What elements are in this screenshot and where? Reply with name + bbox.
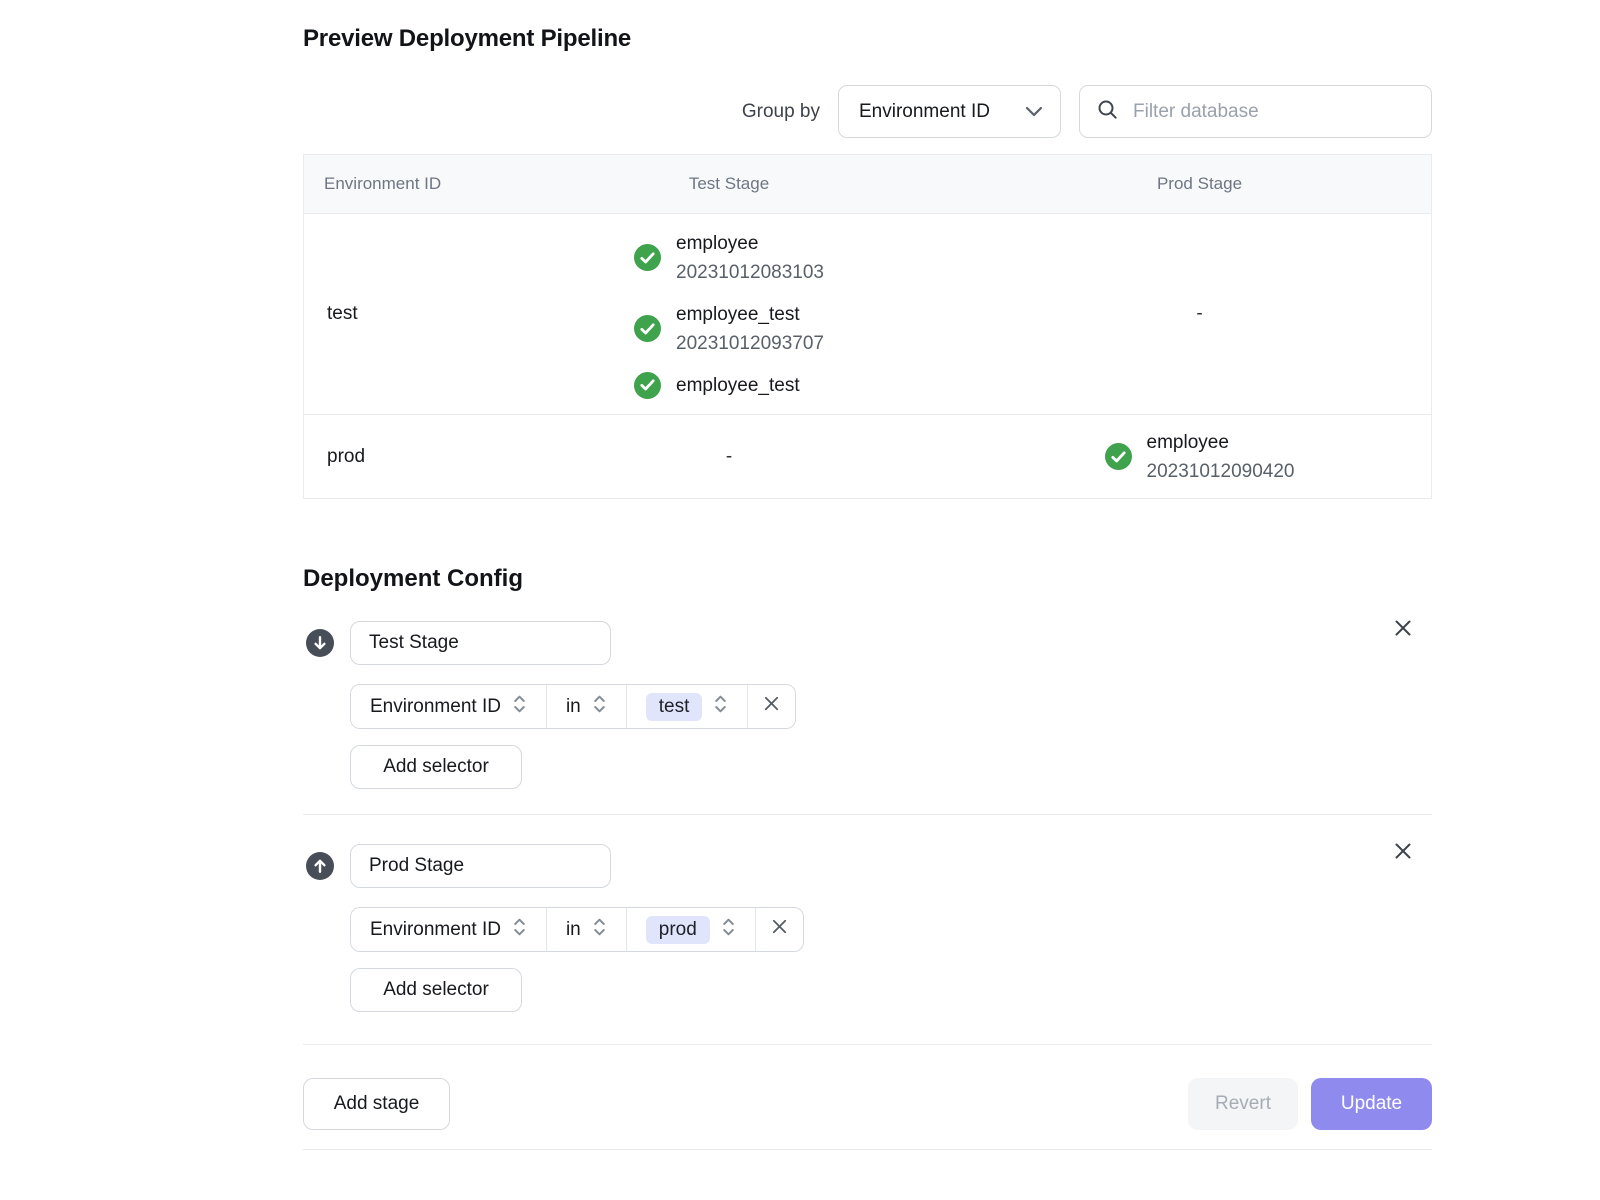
filter-database-field[interactable]: [1079, 85, 1432, 138]
stage-name-input[interactable]: [350, 621, 611, 665]
chevrons-up-down-icon: [592, 692, 607, 722]
deployment-info: employee_test 20231012093707: [676, 300, 824, 358]
filter-database-input[interactable]: [1131, 100, 1414, 124]
deployment-config-title: Deployment Config: [303, 565, 1432, 593]
column-header-prod-stage: Prod Stage: [968, 174, 1431, 194]
group-by-selected-value: Environment ID: [859, 101, 990, 123]
selector-operator-select[interactable]: in: [546, 685, 626, 728]
deployment-entry: employee_test 20231012093707: [634, 300, 824, 358]
environment-id-cell: test: [304, 303, 490, 325]
success-check-icon: [1105, 443, 1132, 470]
test-stage-cell-empty: -: [490, 446, 968, 468]
stage-header: [303, 618, 1432, 668]
success-check-icon: [634, 372, 661, 399]
remove-stage-button[interactable]: [1392, 618, 1414, 640]
selector-value-select[interactable]: prod: [626, 908, 755, 951]
deployment-version: 20231012083103: [676, 258, 824, 287]
revert-button[interactable]: Revert: [1188, 1078, 1298, 1130]
actions-bar: Add stage Revert Update: [303, 1078, 1432, 1130]
deployment-entry: employee_test: [634, 371, 824, 400]
prod-stage-cell: employee 20231012090420: [968, 428, 1431, 486]
add-selector-button[interactable]: Add selector: [350, 745, 522, 789]
search-icon: [1097, 99, 1118, 125]
selector-value-select[interactable]: test: [626, 685, 748, 728]
add-selector-button[interactable]: Add selector: [350, 968, 522, 1012]
add-stage-button[interactable]: Add stage: [303, 1078, 450, 1130]
environment-id-cell: prod: [304, 446, 490, 468]
remove-stage-button[interactable]: [1392, 841, 1414, 863]
selector-row: Environment ID in prod: [350, 907, 804, 952]
selector-key-select[interactable]: Environment ID: [351, 908, 546, 951]
deployment-version: 20231012093707: [676, 329, 824, 358]
column-header-environment-id: Environment ID: [304, 174, 490, 194]
group-by-select[interactable]: Environment ID: [838, 85, 1061, 138]
deployment-name: employee: [676, 229, 824, 258]
update-button[interactable]: Update: [1311, 1078, 1432, 1130]
stage-block-prod: Environment ID in prod: [303, 841, 1432, 1012]
arrow-up-circle-icon: [306, 852, 334, 880]
deployment-entry: employee 20231012083103: [634, 229, 824, 287]
group-by-label: Group by: [742, 101, 820, 123]
chevrons-up-down-icon: [721, 915, 736, 945]
page-title: Preview Deployment Pipeline: [303, 25, 1432, 53]
actions-divider: [303, 1044, 1432, 1045]
stage-name-input[interactable]: [350, 844, 611, 888]
stage-divider: [303, 814, 1432, 815]
selector-key-value: Environment ID: [370, 919, 501, 941]
remove-selector-button[interactable]: [747, 685, 795, 728]
table-row-prod: prod - employee 20231012090420: [304, 414, 1431, 498]
selector-row: Environment ID in test: [350, 684, 796, 729]
success-check-icon: [634, 315, 661, 342]
selector-value-badge: test: [646, 693, 703, 721]
chevron-down-icon: [1025, 101, 1043, 123]
deployment-list: employee 20231012083103 employee_test 20…: [634, 229, 824, 400]
toolbar: Group by Environment ID: [303, 85, 1432, 138]
close-icon: [763, 695, 780, 718]
pipeline-table: Environment ID Test Stage Prod Stage tes…: [303, 154, 1432, 499]
main-content: Preview Deployment Pipeline Group by Env…: [303, 0, 1432, 1150]
deployment-info: employee 20231012090420: [1147, 428, 1295, 486]
stage-block-test: Environment ID in test: [303, 618, 1432, 789]
column-header-test-stage: Test Stage: [490, 174, 968, 194]
selector-key-select[interactable]: Environment ID: [351, 685, 546, 728]
chevrons-up-down-icon: [592, 915, 607, 945]
chevrons-up-down-icon: [512, 692, 527, 722]
chevrons-up-down-icon: [713, 692, 728, 722]
prod-stage-cell-empty: -: [968, 303, 1431, 325]
arrow-down-circle-icon: [306, 629, 334, 657]
deployment-info: employee_test: [676, 371, 800, 400]
bottom-divider: [303, 1149, 1432, 1150]
chevrons-up-down-icon: [512, 915, 527, 945]
stage-header: [303, 841, 1432, 891]
test-stage-cell: employee 20231012083103 employee_test 20…: [490, 229, 968, 400]
deployment-info: employee 20231012083103: [676, 229, 824, 287]
close-icon: [1393, 841, 1413, 864]
table-row-test: test employee 20231012083103: [304, 214, 1431, 414]
remove-selector-button[interactable]: [755, 908, 803, 951]
pipeline-table-header: Environment ID Test Stage Prod Stage: [304, 155, 1431, 214]
deployment-list: employee 20231012090420: [1105, 428, 1295, 486]
deployment-name: employee_test: [676, 300, 824, 329]
deployment-entry: employee 20231012090420: [1105, 428, 1295, 486]
selector-value-badge: prod: [646, 916, 710, 944]
selector-operator-value: in: [566, 696, 581, 718]
close-icon: [1393, 618, 1413, 641]
deployment-version: 20231012090420: [1147, 457, 1295, 486]
deployment-name: employee: [1147, 428, 1295, 457]
close-icon: [771, 918, 788, 941]
success-check-icon: [634, 244, 661, 271]
selector-operator-select[interactable]: in: [546, 908, 626, 951]
deployment-name: employee_test: [676, 371, 800, 400]
selector-operator-value: in: [566, 919, 581, 941]
selector-key-value: Environment ID: [370, 696, 501, 718]
